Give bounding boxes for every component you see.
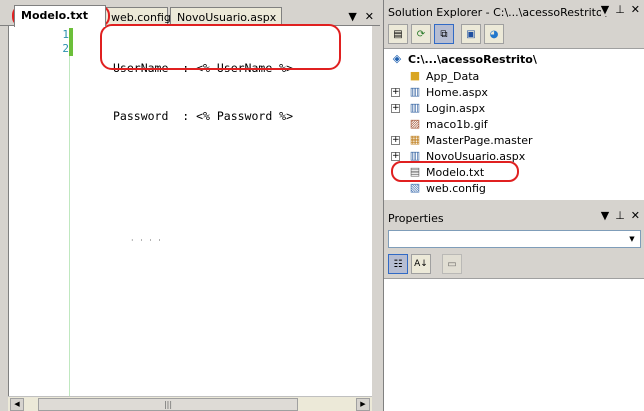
solution-explorer-toolbar: ▤ ⟳ ⧉ ▣ ◕ — [388, 24, 504, 46]
config-file-icon: ▧ — [409, 181, 421, 194]
tree-item-label: maco1b.gif — [426, 117, 488, 131]
tab-label: web.config — [111, 11, 171, 24]
line-number: 1 — [62, 28, 69, 41]
tree-item-label: Modelo.txt — [426, 165, 485, 179]
document-tab-strip: Modelo.txt web.config NovoUsuario.aspx ▼… — [0, 4, 380, 27]
properties-button[interactable]: ▤ — [388, 24, 408, 44]
asp-net-configuration-button[interactable]: ◕ — [484, 24, 504, 44]
expand-icon[interactable]: + — [391, 136, 400, 145]
tree-root-label: C:\...\acessoRestrito\ — [408, 52, 537, 66]
close-icon[interactable]: ✕ — [631, 209, 640, 222]
property-pages-icon: ▭ — [447, 258, 457, 270]
code-line[interactable]: UserName : <% UserName %> — [113, 60, 293, 76]
tree-item-label: NovoUsuario.aspx — [426, 149, 526, 163]
expand-icon[interactable]: + — [391, 88, 400, 97]
tree-item-label: App_Data — [426, 69, 480, 83]
designer-icon: ▣ — [466, 28, 476, 40]
aspx-file-icon: ▥ — [409, 101, 421, 114]
tree-root[interactable]: ◈ C:\...\acessoRestrito\ — [390, 51, 537, 67]
nest-files-icon: ⧉ — [440, 28, 448, 40]
expand-icon[interactable]: + — [391, 152, 400, 161]
tree-item-web-config[interactable]: ▧ web.config — [408, 180, 486, 196]
change-tracking-bar — [69, 28, 73, 56]
tab-modelo-txt[interactable]: Modelo.txt — [14, 5, 106, 27]
dropdown-icon[interactable]: ▼ — [600, 3, 610, 16]
tree-item-label: Home.aspx — [426, 85, 488, 99]
tree-item-home-aspx[interactable]: ▥ Home.aspx — [408, 84, 488, 100]
chevron-down-icon[interactable]: ▼ — [625, 232, 639, 246]
line-number: 2 — [62, 42, 69, 55]
code-editor[interactable]: 1 2 UserName : <% UserName %> Password :… — [8, 26, 372, 396]
window-list-dropdown-icon[interactable]: ▼ — [348, 10, 356, 23]
nest-related-files-button[interactable]: ⧉ — [434, 24, 454, 44]
refresh-icon: ⟳ — [416, 28, 426, 40]
tab-strip-controls: ▼ ✕ — [348, 10, 374, 23]
code-text[interactable]: UserName : <% UserName %> Password : <% … — [113, 28, 293, 156]
tab-web-config[interactable]: web.config — [104, 7, 171, 26]
editor-gutter — [9, 26, 65, 396]
image-file-icon: ▨ — [409, 117, 421, 130]
tab-novousuario-aspx[interactable]: NovoUsuario.aspx — [170, 7, 282, 26]
master-file-icon: ▦ — [409, 133, 421, 146]
scroll-left-icon[interactable]: ◀ — [10, 398, 24, 411]
aspx-file-icon: ▥ — [409, 149, 421, 162]
outline-margin — [69, 56, 70, 396]
vertical-splitter[interactable] — [372, 26, 380, 411]
pin-icon[interactable]: ⊥ — [615, 3, 625, 16]
website-project-icon: ◈ — [392, 52, 402, 65]
tab-label: NovoUsuario.aspx — [177, 11, 277, 24]
properties-toolbar: ☷ A↓ ▭ — [388, 254, 462, 276]
aspx-file-icon: ▥ — [409, 85, 421, 98]
solution-tree: ◈ C:\...\acessoRestrito\ ■ App_Data + ▥ … — [384, 48, 644, 200]
tab-label: Modelo.txt — [21, 9, 88, 22]
line-numbers: 1 2 — [9, 28, 69, 56]
close-document-icon[interactable]: ✕ — [365, 10, 374, 23]
tree-item-label: web.config — [426, 181, 486, 195]
tree-item-masterpage-master[interactable]: ▦ MasterPage.master — [408, 132, 533, 148]
tree-item-novousuario-aspx[interactable]: ▥ NovoUsuario.aspx — [408, 148, 525, 164]
categorized-icon: ☷ — [393, 258, 403, 270]
solution-explorer-title: Solution Explorer - C:\...\acessoRestrit… — [388, 6, 607, 19]
pin-icon[interactable]: ⊥ — [615, 209, 625, 222]
properties-icon: ▤ — [393, 28, 403, 40]
close-icon[interactable]: ✕ — [630, 3, 640, 16]
refresh-button[interactable]: ⟳ — [411, 24, 431, 44]
view-designer-button[interactable]: ▣ — [461, 24, 481, 44]
expand-icon[interactable]: + — [391, 104, 400, 113]
dropdown-icon[interactable]: ▼ — [601, 209, 609, 222]
folder-icon: ■ — [409, 69, 421, 82]
solution-explorer-controls: ▼ ⊥ ✕ — [600, 3, 640, 16]
horizontal-scrollbar[interactable]: ◀ ||| ▶ — [8, 396, 372, 411]
editor-pane: Modelo.txt web.config NovoUsuario.aspx ▼… — [0, 0, 380, 411]
scroll-right-icon[interactable]: ▶ — [356, 398, 370, 411]
tree-item-modelo-txt[interactable]: ▤ Modelo.txt — [408, 164, 484, 180]
text-file-icon: ▤ — [409, 165, 421, 178]
tree-item-label: Login.aspx — [426, 101, 486, 115]
tree-item-maco1b-gif[interactable]: ▨ maco1b.gif — [408, 116, 488, 132]
properties-title: Properties — [388, 212, 444, 225]
property-pages-button[interactable]: ▭ — [442, 254, 462, 274]
code-line[interactable]: Password : <% Password %> — [113, 108, 293, 124]
properties-object-selector[interactable]: ▼ — [388, 230, 641, 248]
tree-item-login-aspx[interactable]: ▥ Login.aspx — [408, 100, 485, 116]
mouse-cursor-trace: · · · · — [131, 236, 163, 245]
scrollbar-thumb[interactable]: ||| — [38, 398, 298, 411]
globe-tool-icon: ◕ — [489, 28, 499, 40]
properties-grid — [384, 278, 644, 411]
properties-controls: ▼ ⊥ ✕ — [601, 209, 640, 222]
tree-item-app-data[interactable]: ■ App_Data — [408, 68, 479, 84]
tool-windows-panel: Solution Explorer - C:\...\acessoRestrit… — [383, 0, 644, 411]
alphabetical-button[interactable]: A↓ — [411, 254, 431, 274]
categorized-button[interactable]: ☷ — [388, 254, 408, 274]
sort-az-icon: A↓ — [414, 259, 428, 269]
tree-item-label: MasterPage.master — [426, 133, 533, 147]
